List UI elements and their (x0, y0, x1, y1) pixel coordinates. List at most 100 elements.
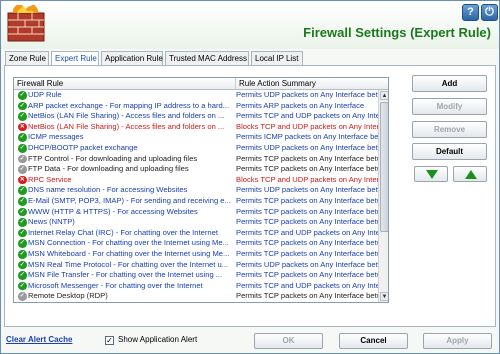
rule-name: MSN Whiteboard - For chatting over the I… (28, 249, 230, 258)
table-row[interactable]: ✓ News (NNTP) Permits TCP packets on Any I… (14, 217, 378, 228)
table-row[interactable]: ✓ E-Mail (SMTP, POP3, IMAP) - For sending… (14, 196, 378, 207)
rule-name: DNS name resolution - For accessing Webs… (28, 185, 188, 195)
tab-zone-rule[interactable]: Zone Rule (5, 51, 49, 65)
power-icon[interactable]: ⏻ (481, 4, 498, 21)
rule-name: NetBios (LAN File Sharing) - Access file… (28, 121, 225, 131)
move-down-button[interactable] (414, 166, 448, 182)
rule-name: ICMP messages (28, 132, 84, 142)
table-row[interactable]: ✓ WWW (HTTP & HTTPS) - For accessing Webs… (14, 207, 378, 218)
rule-name: Microsoft Messenger - For chatting over … (28, 280, 203, 290)
move-up-button[interactable] (453, 166, 487, 182)
tab-trusted-mac-address[interactable]: Trusted MAC Address (165, 51, 249, 65)
firewall-rule-list[interactable]: Firewall Rule Rule Action Summary ✓ UDP R… (13, 77, 389, 303)
rule-action-summary: Permits TCP and UDP packets on Any Inte (236, 280, 378, 290)
table-row[interactable]: ✓ ICMP messages Permits ICMP packets on An… (14, 132, 378, 143)
rule-name: MSN Real Time Protocol - For chatting ov… (28, 259, 229, 269)
allow-status-icon: ✓ (18, 186, 27, 195)
rule-name: ARP packet exchange - For mapping IP add… (28, 100, 230, 110)
column-header-firewall-rule[interactable]: Firewall Rule (14, 78, 236, 90)
table-row[interactable]: ✓ MSN Whiteboard - For chatting over the … (14, 249, 378, 260)
rule-action-summary: Permits UDP packets on Any Interface bet… (236, 90, 378, 99)
table-row[interactable]: ✓ Internet Relay Chat (IRC) - For chattin… (14, 228, 378, 239)
help-icon[interactable]: ? (462, 4, 479, 21)
table-row[interactable]: ✓ FTP Data - For downloading and uploadin… (14, 164, 378, 175)
allow-status-icon: ✓ (18, 91, 27, 100)
table-row[interactable]: ✓ DNS name resolution - For accessing Web… (14, 185, 378, 196)
allow-status-icon: ✓ (18, 133, 27, 142)
rule-name: MSN Connection - For chatting over the I… (28, 238, 229, 248)
allow-status-icon: ✓ (18, 101, 27, 111)
rule-action-summary: Permits ARP packets on Any Interface (236, 100, 365, 110)
table-row[interactable]: ✓ ARP packet exchange - For mapping IP ad… (14, 101, 378, 112)
rule-action-summary: Permits TCP packets on Any Interface bet… (236, 291, 378, 301)
ok-button[interactable]: OK (254, 333, 323, 349)
allow-status-icon: ✓ (18, 281, 27, 291)
block-status-icon: ✕ (18, 175, 27, 185)
allow-status-icon: ✓ (18, 197, 27, 206)
cancel-button[interactable]: Cancel (339, 333, 408, 349)
list-rows: ✓ UDP Rule Permits UDP packets on Any Inte… (14, 90, 378, 302)
vertical-scrollbar[interactable]: ▲ ▼ (378, 90, 388, 302)
rule-name: NetBios (LAN File Sharing) - Access file… (28, 111, 225, 121)
rule-name: MSN File Transfer - For chatting over th… (28, 270, 223, 280)
column-header-rule-action-summary[interactable]: Rule Action Summary (236, 78, 388, 90)
tab-application-rule[interactable]: Application Rule (101, 51, 163, 65)
rule-action-summary: Permits TCP packets on Any Interface bet… (236, 164, 378, 174)
modify-button[interactable]: Modify (412, 98, 487, 115)
rule-action-summary: Permits TCP packets on Any Interface bet… (236, 206, 378, 216)
arrow-down-icon (426, 170, 438, 179)
rule-name: E-Mail (SMTP, POP3, IMAP) - For sending … (28, 196, 231, 205)
tab-local-ip-list[interactable]: Local IP List (251, 51, 303, 65)
header-bar: ? ⏻ Firewall Settings (Expert Rule) (1, 1, 499, 49)
rule-name: UDP Rule (28, 90, 62, 99)
scroll-down-icon[interactable]: ▼ (380, 292, 388, 301)
allow-status-icon: ✓ (18, 207, 27, 217)
remove-button[interactable]: Remove (412, 121, 487, 138)
allow-status-icon: ✓ (18, 260, 27, 270)
table-row[interactable]: ✓ UDP Rule Permits UDP packets on Any Inte… (14, 90, 378, 101)
scroll-up-icon[interactable]: ▲ (380, 91, 388, 100)
clear-alert-cache-link[interactable]: Clear Alert Cache (6, 335, 72, 344)
show-application-alert-checkbox[interactable]: ✓ (105, 336, 114, 345)
rule-action-summary: Permits TCP and UDP packets on Any Inte (236, 111, 378, 121)
add-button[interactable]: Add (412, 75, 487, 92)
allow-status-icon: ✓ (18, 271, 27, 280)
table-row[interactable]: ✓ MSN File Transfer - For chatting over t… (14, 270, 378, 281)
rule-action-summary: Blocks TCP and UDP packets on Any Interf… (236, 174, 378, 184)
rule-action-summary: Permits TCP packets on Any Interface bet… (236, 270, 378, 280)
table-row[interactable]: ✓ Microsoft Messenger - For chatting over… (14, 281, 378, 292)
window-title: Firewall Settings (Expert Rule) (303, 25, 491, 40)
rule-name: WWW (HTTP & HTTPS) - For accessing Websi… (28, 206, 198, 216)
table-row[interactable]: ✓ NetBios (LAN File Sharing) - Access fil… (14, 111, 378, 122)
block-status-icon: ✕ (18, 122, 27, 132)
disabled-status-icon: ✓ (18, 292, 27, 301)
table-row[interactable]: ✓ MSN Connection - For chatting over the … (14, 238, 378, 249)
rule-action-summary: Permits TCP packets on Any Interface bet… (236, 153, 378, 163)
table-row[interactable]: ✓ DHCP/BOOTP packet exchange Permits UDP p… (14, 143, 378, 154)
table-row[interactable]: ✓ FTP Control - For downloading and uploa… (14, 154, 378, 165)
rule-action-summary: Permits ICMP packets on Any Interface be… (236, 132, 378, 142)
table-row[interactable]: ✓ MSN Real Time Protocol - For chatting o… (14, 260, 378, 271)
allow-status-icon: ✓ (18, 228, 27, 238)
rule-name: DHCP/BOOTP packet exchange (28, 143, 138, 152)
scroll-thumb[interactable] (380, 102, 388, 232)
rule-action-summary: Permits UDP packets on Any Interface bet… (236, 185, 378, 195)
table-row[interactable]: ✕ RPC Service Blocks TCP and UDP packets o… (14, 175, 378, 186)
rule-action-summary: Permits TCP packets on Any Interface bet… (236, 217, 378, 227)
rule-name: News (NNTP) (28, 217, 75, 227)
rule-name: RPC Service (28, 174, 72, 184)
rule-name: Internet Relay Chat (IRC) - For chatting… (28, 227, 218, 237)
allow-status-icon: ✓ (18, 218, 27, 227)
rule-action-summary: Permits TCP packets on Any Interface bet… (236, 249, 378, 258)
rule-action-summary: Permits UDP packets on Any Interface bet… (236, 259, 378, 269)
apply-button[interactable]: Apply (423, 333, 492, 349)
table-row[interactable]: ✓ Remote Desktop (RDP) Permits TCP packets… (14, 291, 378, 302)
allow-status-icon: ✓ (18, 144, 27, 153)
rule-name: Remote Desktop (RDP) (28, 291, 108, 301)
default-button[interactable]: Default (412, 143, 487, 160)
tab-expert-rule[interactable]: Expert Rule (51, 51, 99, 66)
show-application-alert-label: Show Application Alert (118, 335, 198, 344)
firewall-settings-window: ? ⏻ Firewall Settings (Expert Rule) Zone… (0, 0, 500, 354)
table-row[interactable]: ✕ NetBios (LAN File Sharing) - Access fil… (14, 122, 378, 133)
allow-status-icon: ✓ (18, 250, 27, 259)
